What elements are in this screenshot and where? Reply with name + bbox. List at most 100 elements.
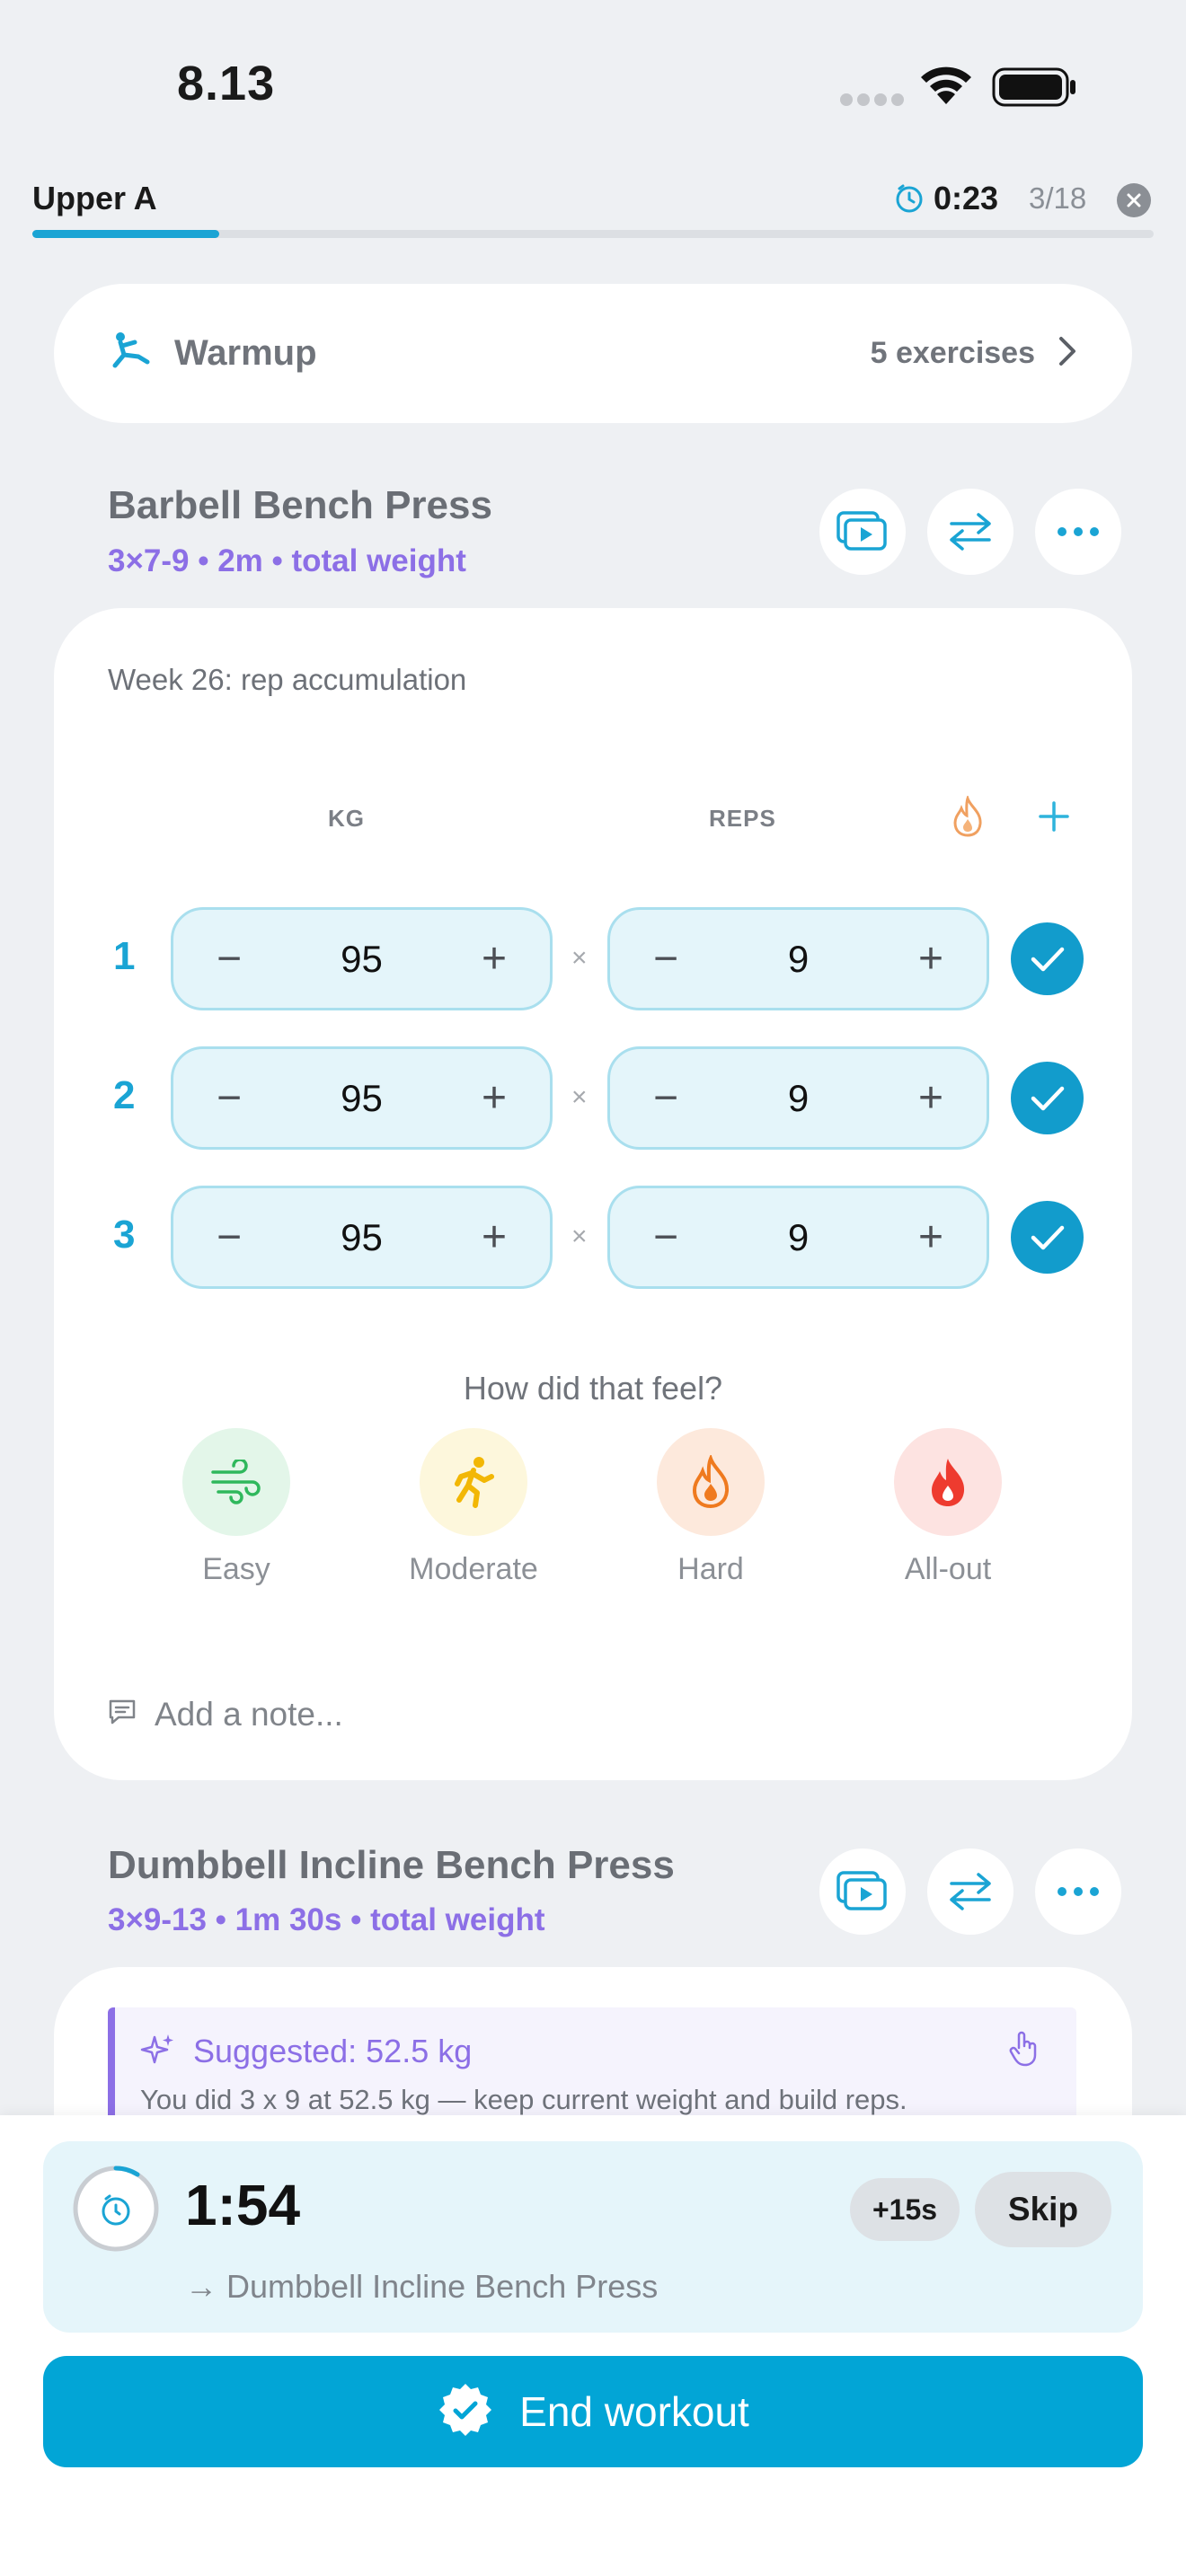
feel-moderate-button[interactable]: Moderate (384, 1428, 563, 1587)
times-symbol: × (571, 943, 588, 973)
weight-stepper: − 95 + (171, 1186, 553, 1289)
reps-stepper: − 9 + (607, 1186, 989, 1289)
video-button[interactable] (819, 489, 906, 575)
swap-exercise-button[interactable] (927, 489, 1013, 575)
sparkle-icon (140, 2032, 176, 2072)
feel-icon-circle (894, 1428, 1002, 1536)
decrease-reps-button[interactable]: − (653, 937, 678, 981)
increase-reps-button[interactable]: + (918, 1076, 943, 1120)
stretching-figure-icon (108, 330, 151, 377)
exercise-title-2: Dumbbell Incline Bench Press (108, 1843, 675, 1887)
timer-icon (894, 183, 925, 218)
set-number: 2 (113, 1073, 136, 1117)
next-exercise: → Dumbbell Incline Bench Press (185, 2268, 659, 2305)
weight-stepper: − 95 + (171, 907, 553, 1010)
more-dots-icon (1058, 527, 1099, 536)
feel-label: All-out (904, 1552, 992, 1586)
weight-value[interactable]: 95 (341, 1216, 383, 1259)
weight-value[interactable]: 95 (341, 1077, 383, 1120)
apply-suggestion-button[interactable] (1006, 2028, 1042, 2072)
battery-icon (992, 66, 1078, 112)
decrease-weight-button[interactable]: − (217, 937, 242, 981)
decrease-reps-button[interactable]: − (653, 1076, 678, 1120)
add-note-field[interactable]: Add a note... (108, 1696, 343, 1734)
reps-value[interactable]: 9 (788, 938, 809, 981)
add-note-placeholder: Add a note... (155, 1696, 343, 1733)
feel-label: Easy (202, 1552, 270, 1586)
speech-bubble-icon (108, 1696, 137, 1734)
feel-label: Moderate (409, 1552, 538, 1586)
checkmark-icon (1031, 947, 1064, 971)
feel-hard-button[interactable]: Hard (621, 1428, 801, 1587)
effort-flame-button[interactable] (951, 794, 985, 842)
add-set-button[interactable] (1037, 799, 1071, 838)
rest-time: 1:54 (185, 2173, 301, 2237)
video-button-2[interactable] (819, 1848, 906, 1935)
chevron-right-icon (1057, 335, 1078, 372)
decrease-weight-button[interactable]: − (217, 1215, 242, 1259)
times-symbol: × (571, 1082, 588, 1112)
plus-icon (1039, 801, 1069, 832)
week-note: Week 26: rep accumulation (108, 663, 467, 696)
complete-set-button[interactable] (1011, 1062, 1084, 1134)
status-time: 8.13 (177, 57, 276, 110)
exercise-subtitle: 3×7-9 • 2m • total weight (108, 543, 466, 578)
warmup-label: Warmup (174, 333, 317, 373)
reps-value[interactable]: 9 (788, 1077, 809, 1120)
exercise-title: Barbell Bench Press (108, 483, 492, 527)
end-workout-button[interactable]: End workout (43, 2356, 1143, 2467)
more-dots-icon (1058, 1887, 1099, 1896)
workout-name: Upper A (32, 180, 157, 216)
more-options-button-2[interactable] (1035, 1848, 1121, 1935)
column-header-reps: REPS (709, 805, 776, 832)
reps-value[interactable]: 9 (788, 1216, 809, 1259)
rest-timer-ring (70, 2163, 162, 2259)
skip-rest-button[interactable]: Skip (975, 2172, 1111, 2247)
increase-reps-button[interactable]: + (918, 1215, 943, 1259)
video-play-icon (836, 1871, 887, 1910)
decrease-reps-button[interactable]: − (653, 1215, 678, 1259)
close-workout-button[interactable] (1117, 183, 1151, 217)
complete-set-button[interactable] (1011, 922, 1084, 995)
weight-value[interactable]: 95 (341, 938, 383, 981)
add-15s-button[interactable]: +15s (850, 2178, 960, 2241)
flame-filled-icon (932, 1459, 965, 1506)
complete-set-button[interactable] (1011, 1201, 1084, 1274)
exercise-subtitle-2: 3×9-13 • 1m 30s • total weight (108, 1902, 545, 1937)
swap-arrows-icon (950, 1873, 991, 1910)
tap-hand-icon (1009, 2031, 1037, 2067)
checkmark-icon (1031, 1225, 1064, 1249)
more-options-button[interactable] (1035, 489, 1121, 575)
feel-icon-circle (657, 1428, 765, 1536)
running-figure-icon (455, 1457, 494, 1508)
increase-weight-button[interactable]: + (482, 937, 507, 981)
video-play-icon (836, 511, 887, 551)
swap-exercise-button-2[interactable] (927, 1848, 1013, 1935)
close-icon (1127, 193, 1141, 207)
wind-icon (211, 1460, 261, 1504)
warmup-row[interactable]: Warmup 5 exercises (54, 284, 1132, 423)
increase-reps-button[interactable]: + (918, 937, 943, 981)
set-number: 3 (113, 1213, 136, 1257)
set-number: 1 (113, 934, 136, 978)
feel-icon-circle (182, 1428, 290, 1536)
increase-weight-button[interactable]: + (482, 1076, 507, 1120)
end-workout-label: End workout (519, 2388, 749, 2435)
feel-easy-button[interactable]: Easy (146, 1428, 326, 1587)
increase-weight-button[interactable]: + (482, 1215, 507, 1259)
decrease-weight-button[interactable]: − (217, 1076, 242, 1120)
suggestion-title: Suggested: 52.5 kg (193, 2033, 473, 2069)
weight-stepper: − 95 + (171, 1046, 553, 1150)
feel-allout-button[interactable]: All-out (858, 1428, 1038, 1587)
checkmark-icon (1031, 1086, 1064, 1110)
feel-icon-circle (420, 1428, 527, 1536)
feel-label: Hard (677, 1552, 744, 1586)
feel-question: How did that feel? (463, 1370, 723, 1407)
badge-check-icon (437, 2381, 494, 2443)
reps-stepper: − 9 + (607, 1046, 989, 1150)
exercise-progress-count: 3/18 (1029, 181, 1087, 215)
times-symbol: × (571, 1222, 588, 1251)
elapsed-time: 0:23 (934, 180, 999, 216)
warmup-count: 5 exercises (870, 336, 1035, 370)
column-header-kg: KG (328, 805, 365, 832)
